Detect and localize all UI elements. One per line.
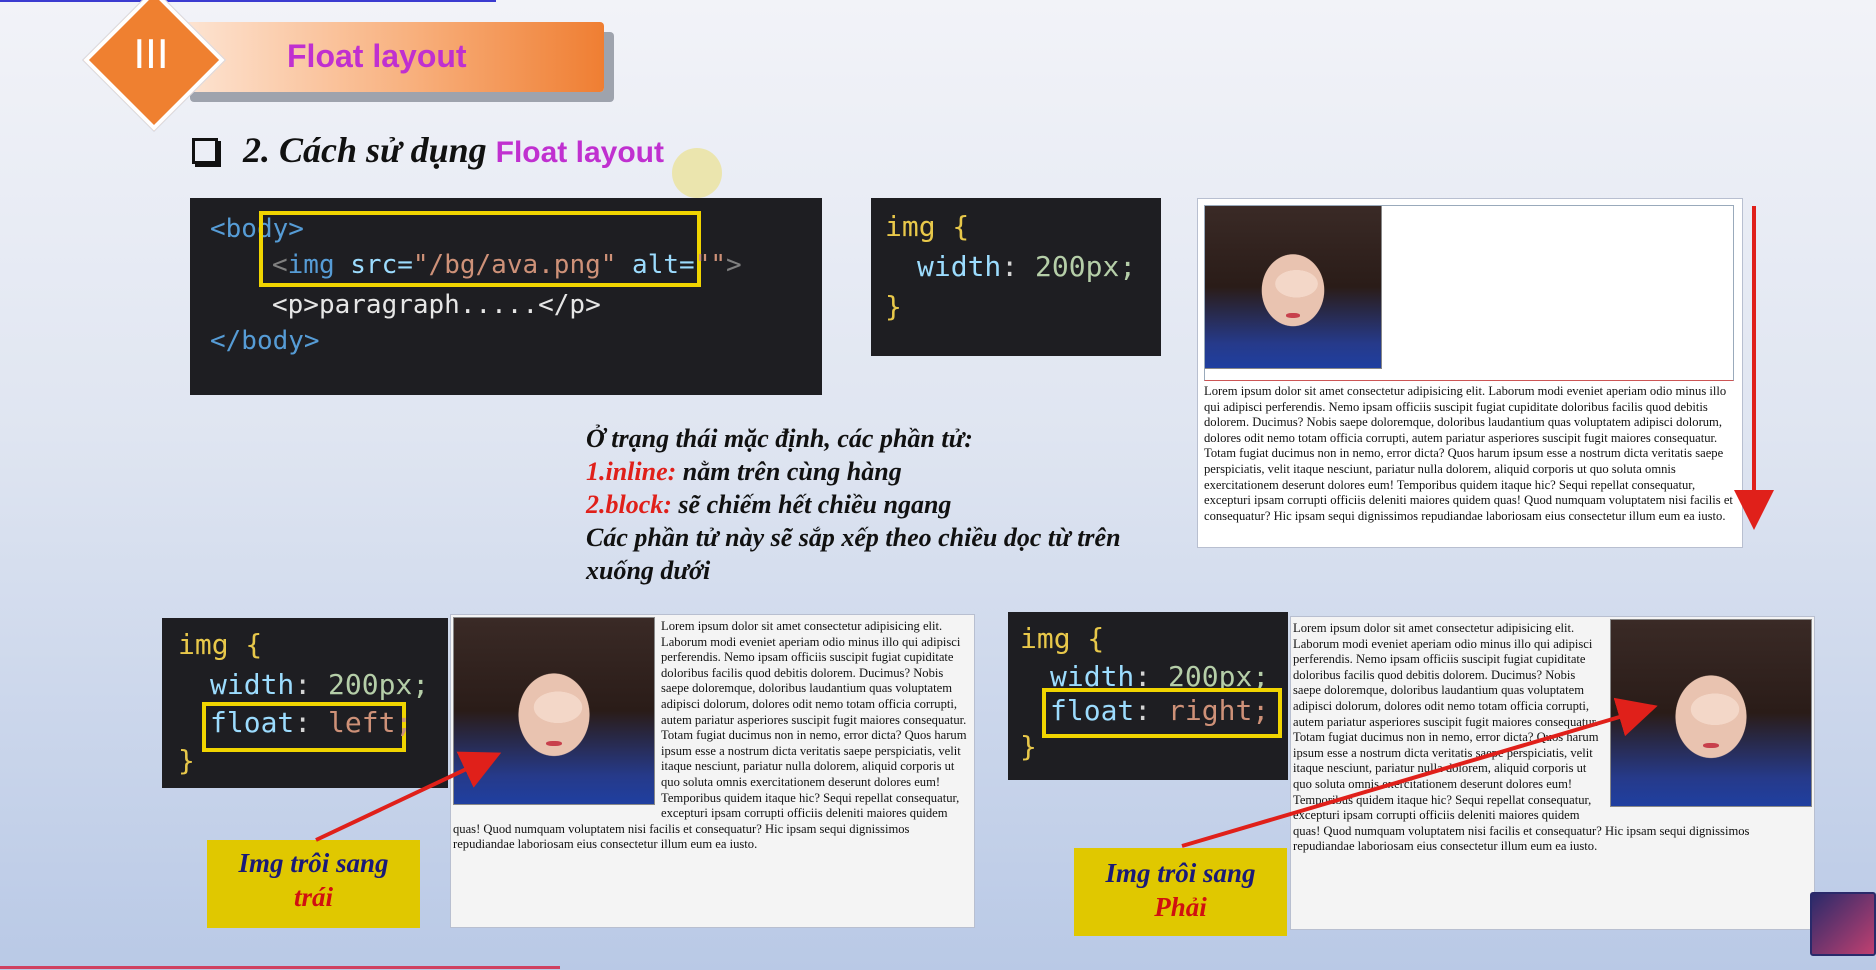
channel-avatar-icon [1810, 892, 1876, 956]
annotation-arrows [315, 206, 1774, 848]
arrow-to-right-image-icon [1181, 697, 1658, 848]
arrow-to-left-image-icon [315, 751, 502, 842]
bottom-accent-line [0, 966, 560, 969]
